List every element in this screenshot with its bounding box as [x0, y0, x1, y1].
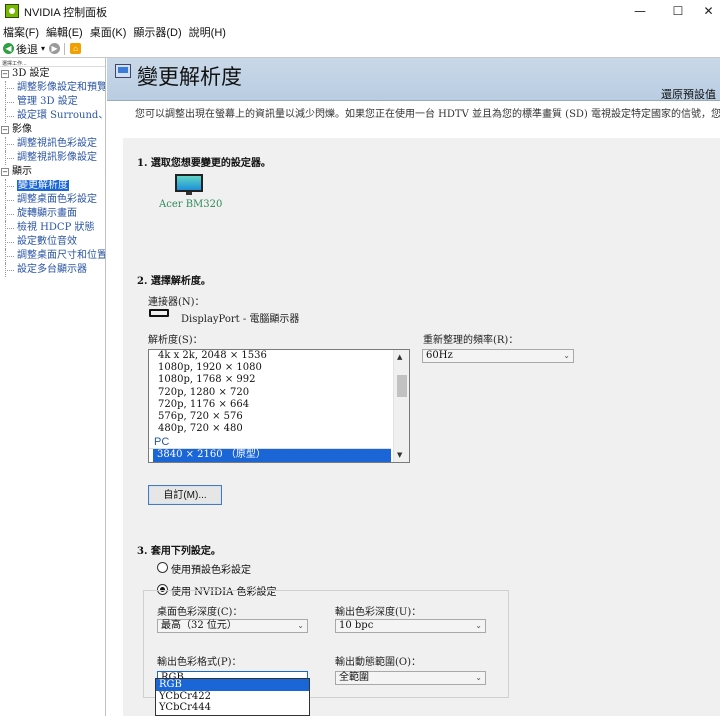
refresh-rate-label: 重新整理的頻率(R)： [423, 335, 519, 346]
display-acer-bm320[interactable]: Acer BM320 [159, 174, 223, 210]
forward-arrow-icon[interactable]: ▶ [49, 43, 61, 54]
main-panel: 變更解析度 還原預設值 您可以調整出現在螢幕上的資訊量以減少閃爍。如果您正在使用… [107, 58, 720, 716]
title-bar: NVIDIA 控制面板 — ☐ ✕ [0, 0, 720, 22]
radio-unchecked-icon[interactable] [157, 562, 168, 573]
resolution-option[interactable]: 720p, 1176 × 664 [149, 399, 409, 411]
resolution-group-pc: PC [149, 435, 391, 450]
page-header: 變更解析度 還原預設值 [107, 58, 720, 101]
output-color-depth-select[interactable]: 10 bpc ⌄ [335, 619, 486, 633]
resolution-option[interactable]: 576p, 720 × 576 [149, 411, 409, 423]
resolution-option[interactable]: 1080p, 1920 × 1080 [149, 362, 409, 374]
maximize-button[interactable]: ☐ [658, 0, 698, 22]
menu-edit[interactable]: 編輯(E) [43, 22, 86, 40]
connector-label: 連接器(N)： [148, 297, 205, 308]
task-sidebar: 選擇工作... − 3D 設定 調整影像設定和預覽 管理 3D 設定 設定環 S… [0, 58, 106, 716]
format-option-ycbcr444[interactable]: YCbCr444 [156, 702, 309, 714]
resolution-page-icon [115, 64, 131, 78]
back-history-dropdown[interactable]: ▾ [41, 44, 45, 53]
sidebar-category-display[interactable]: − 顯示 [0, 165, 105, 179]
menu-display[interactable]: 顯示器(D) [130, 22, 184, 40]
displayport-icon [149, 309, 169, 317]
connector-value: DisplayPort - 電腦顯示器 [181, 314, 300, 325]
sidebar-item-rotate-display[interactable]: 旋轉顯示畫面 [0, 207, 105, 221]
sidebar-header: 選擇工作... [0, 58, 105, 67]
sidebar-item-adjust-image-preview[interactable]: 調整影像設定和預覽 [0, 81, 105, 95]
desktop-color-depth-label: 桌面色彩深度(C)： [157, 607, 243, 618]
sidebar-item-desktop-size[interactable]: 調整桌面尺寸和位置 [0, 249, 105, 263]
sidebar-item-desktop-color[interactable]: 調整桌面色彩設定 [0, 193, 105, 207]
sidebar-category-3d[interactable]: − 3D 設定 [0, 67, 105, 81]
collapse-icon[interactable]: − [1, 126, 9, 134]
format-option-rgb[interactable]: RGB [156, 679, 309, 691]
scroll-up-icon[interactable]: ▲ [397, 353, 402, 361]
menu-desktop[interactable]: 桌面(K) [87, 22, 130, 40]
customize-button[interactable]: 自訂(M)... [148, 485, 222, 505]
section-choose-resolution-title: 2. 選擇解析度。 [137, 276, 211, 287]
sidebar-item-video-color[interactable]: 調整視訊色彩設定 [0, 137, 105, 151]
monitor-icon [175, 174, 203, 196]
output-dynamic-range-select[interactable]: 全範圍 ⌄ [335, 671, 486, 685]
resolution-option[interactable]: 4k x 2k, 2048 × 1536 [149, 350, 409, 362]
output-color-format-label: 輸出色彩格式(P)： [157, 657, 242, 668]
page-description: 您可以調整出現在螢幕上的資訊量以減少閃爍。如果您正在使用一台 HDTV 並且為您… [135, 109, 720, 120]
page-description-band: 您可以調整出現在螢幕上的資訊量以減少閃爍。如果您正在使用一台 HDTV 並且為您… [107, 100, 720, 122]
chevron-down-icon: ⌄ [475, 621, 482, 630]
menu-bar: 檔案(F) 編輯(E) 桌面(K) 顯示器(D) 說明(H) [0, 22, 720, 40]
window-title: NVIDIA 控制面板 [24, 7, 108, 19]
sidebar-item-video-image[interactable]: 調整視訊影像設定 [0, 151, 105, 165]
chevron-down-icon: ⌄ [475, 673, 482, 682]
resolution-option[interactable]: 1080p, 1768 × 992 [149, 374, 409, 386]
nvidia-logo-icon [5, 4, 19, 18]
minimize-button[interactable]: — [620, 0, 660, 22]
collapse-icon[interactable]: − [1, 70, 9, 78]
sidebar-item-hdcp-status[interactable]: 檢視 HDCP 狀態 [0, 221, 105, 235]
settings-content: 1. 選取您想要變更的設定器。 Acer BM320 2. 選擇解析度。 連接器… [123, 138, 720, 716]
resolution-label: 解析度(S)： [148, 335, 203, 346]
output-dynamic-range-label: 輸出動態範圍(O)： [335, 657, 422, 668]
resolution-option[interactable]: 480p, 720 × 480 [149, 423, 409, 435]
resolution-scrollbar[interactable]: ▲ ▼ [393, 350, 409, 462]
scroll-down-icon[interactable]: ▼ [397, 451, 402, 459]
back-button[interactable]: 後退 [16, 41, 38, 57]
page-title: 變更解析度 [137, 65, 242, 89]
scrollbar-thumb[interactable] [397, 375, 407, 397]
toolbar: ◀ 後退 ▾ ▶ ⌂ [0, 40, 720, 58]
sidebar-category-video[interactable]: − 影像 [0, 123, 105, 137]
resolution-listbox[interactable]: 4k x 2k, 2048 × 1536 1080p, 1920 × 1080 … [148, 349, 410, 463]
refresh-rate-select[interactable]: 60Hz ⌄ [422, 349, 574, 363]
desktop-color-depth-select[interactable]: 最高（32 位元） ⌄ [157, 619, 308, 633]
chevron-down-icon: ⌄ [563, 351, 570, 360]
display-name: Acer BM320 [159, 199, 223, 210]
home-icon[interactable]: ⌂ [70, 43, 82, 54]
menu-help[interactable]: 說明(H) [186, 22, 229, 40]
format-option-ycbcr422[interactable]: YCbCr422 [156, 691, 309, 703]
sidebar-item-digital-audio[interactable]: 設定數位音效 [0, 235, 105, 249]
back-arrow-icon[interactable]: ◀ [3, 43, 14, 54]
menu-file[interactable]: 檔案(F) [0, 22, 42, 40]
close-button[interactable]: ✕ [697, 0, 720, 22]
sidebar-item-multiple-displays[interactable]: 設定多台顯示器 [0, 263, 105, 277]
toolbar-divider [64, 42, 66, 55]
output-color-depth-label: 輸出色彩深度(U)： [335, 607, 422, 618]
sidebar-item-surround-physx[interactable]: 設定環 Surround、PhysX [0, 109, 105, 123]
collapse-icon[interactable]: − [1, 168, 9, 176]
radio-default-color[interactable]: 使用預設色彩設定 [157, 561, 287, 576]
sidebar-item-manage-3d[interactable]: 管理 3D 設定 [0, 95, 105, 109]
section-select-display-title: 1. 選取您想要變更的設定器。 [137, 158, 271, 169]
chevron-down-icon: ⌄ [297, 621, 304, 630]
color-format-dropdown-list[interactable]: RGB YCbCr422 YCbCr444 [155, 678, 310, 716]
resolution-option[interactable]: 720p, 1280 × 720 [149, 387, 409, 399]
sidebar-item-change-resolution[interactable]: 變更解析度 [0, 179, 105, 193]
section-apply-settings-title: 3. 套用下列設定。 [137, 546, 221, 557]
resolution-option-selected[interactable]: 3840 × 2160 （原型） [153, 449, 391, 462]
